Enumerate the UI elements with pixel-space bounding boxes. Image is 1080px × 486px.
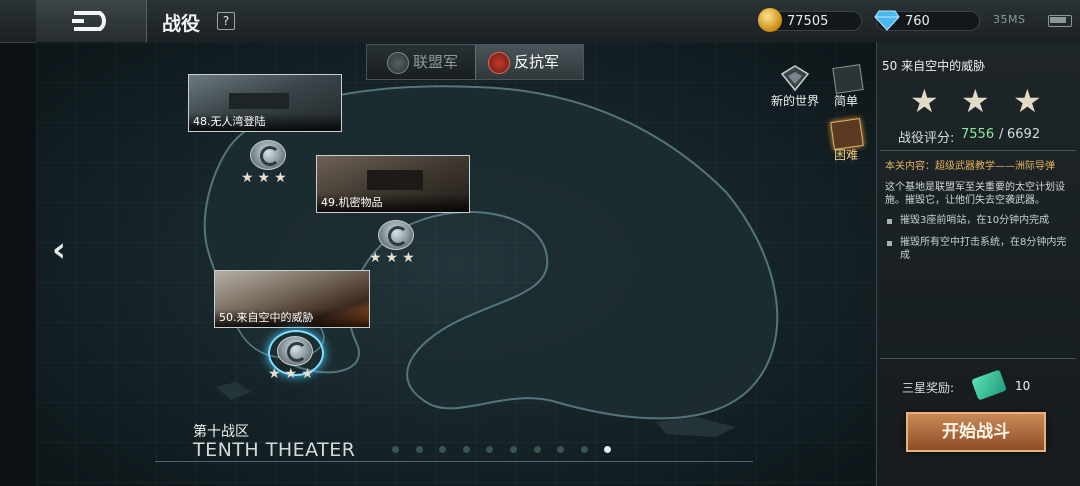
mission-49-label: 49.机密物品 — [317, 194, 469, 212]
mission-48-label: 48.无人湾登陆 — [189, 113, 341, 131]
tank-silhouette — [229, 93, 289, 109]
panel-divider — [880, 150, 1076, 151]
previous-theater-arrow-icon[interactable]: ‹ — [52, 230, 66, 270]
resistance-emblem-icon — [488, 52, 510, 74]
battery-level — [1050, 17, 1066, 23]
objective-2: 摧毁所有空中打击系统，在8分钟内完成 — [900, 237, 1067, 261]
objective-1: 摧毁3座前哨站，在10分钟内完成 — [900, 215, 1050, 226]
tab-allied-forces[interactable]: 联盟军 — [367, 45, 475, 79]
mission-card-50[interactable]: 50.来自空中的威胁 — [214, 270, 370, 328]
easy-difficulty-button[interactable] — [832, 64, 864, 94]
node-48-icon — [260, 146, 280, 166]
theater-name-cn: 第十战区 — [193, 424, 249, 440]
rating-star-1: ★ — [910, 82, 939, 120]
mission-node-49[interactable] — [378, 220, 414, 250]
campaign-score-separator: / — [999, 127, 1004, 142]
tab-allied-label: 联盟军 — [413, 53, 459, 71]
panel-divider-bottom — [880, 358, 1076, 359]
page-dot-6[interactable] — [510, 446, 517, 453]
node-50-icon — [287, 342, 307, 362]
rating-star-3: ★ — [1013, 82, 1042, 120]
back-button[interactable] — [36, 0, 147, 42]
campaign-map — [36, 42, 876, 486]
mission-50-stars: ★★★ — [268, 366, 318, 382]
faction-tabs: 联盟军 反抗军 — [366, 44, 584, 80]
theater-name-en: TENTH THEATER — [193, 439, 356, 461]
node-49-icon — [388, 226, 408, 246]
easy-difficulty-label: 简单 — [834, 94, 859, 108]
mission-card-49[interactable]: 49.机密物品 — [316, 155, 470, 213]
page-dot-7[interactable] — [533, 446, 541, 453]
reward-count: 10 — [1015, 379, 1031, 393]
page-dot-1[interactable] — [392, 446, 399, 453]
mission-50-label: 50.来自空中的威胁 — [215, 309, 369, 327]
new-world-icon[interactable] — [780, 64, 810, 92]
mission-49-stars: ★★★ — [369, 250, 419, 266]
rating-star-2: ★ — [961, 82, 990, 120]
mission-content-label: 本关内容：超级武器教学——洲际导弹 — [885, 161, 1055, 172]
diamond-icon — [874, 10, 900, 31]
mission-node-50[interactable] — [277, 336, 313, 366]
campaign-score-label: 战役评分: — [898, 131, 955, 146]
three-star-reward-label: 三星奖励: — [902, 381, 955, 395]
selected-mission-title: 50 来自空中的威胁 — [882, 59, 986, 73]
gold-coin-icon — [758, 8, 782, 32]
page-dot-2[interactable] — [415, 446, 423, 453]
hard-difficulty-label: 困难 — [834, 148, 859, 162]
network-latency: 35MS — [993, 13, 1026, 26]
theater-divider — [155, 461, 753, 462]
page-dot-9[interactable] — [580, 446, 588, 453]
mission-description: 这个基地是联盟军至关重要的太空计划设施。摧毁它，让他们失去空袭武器。 — [885, 182, 1065, 206]
tab-resistance-label: 反抗军 — [514, 53, 560, 71]
objective-bullet-2 — [887, 241, 892, 246]
vehicle-silhouette — [367, 170, 423, 190]
mission-card-48[interactable]: 48.无人湾登陆 — [188, 74, 342, 132]
mission-node-48[interactable] — [250, 140, 286, 170]
tab-resistance[interactable]: 反抗军 — [475, 45, 583, 79]
campaign-score-max: 6692 — [1007, 127, 1041, 142]
start-battle-button[interactable]: 开始战斗 — [906, 412, 1046, 452]
island-outline — [203, 85, 779, 437]
back-arrow-icon — [72, 11, 106, 31]
campaign-score-value: 7556 — [961, 127, 995, 142]
page-dot-4[interactable] — [462, 446, 470, 453]
page-title: 战役 — [162, 13, 201, 35]
help-button[interactable]: ? — [217, 12, 235, 30]
new-world-label: 新的世界 — [770, 94, 819, 108]
allied-emblem-icon — [387, 52, 409, 74]
objective-bullet-1 — [887, 219, 892, 224]
mission-48-stars: ★★★ — [241, 170, 291, 186]
